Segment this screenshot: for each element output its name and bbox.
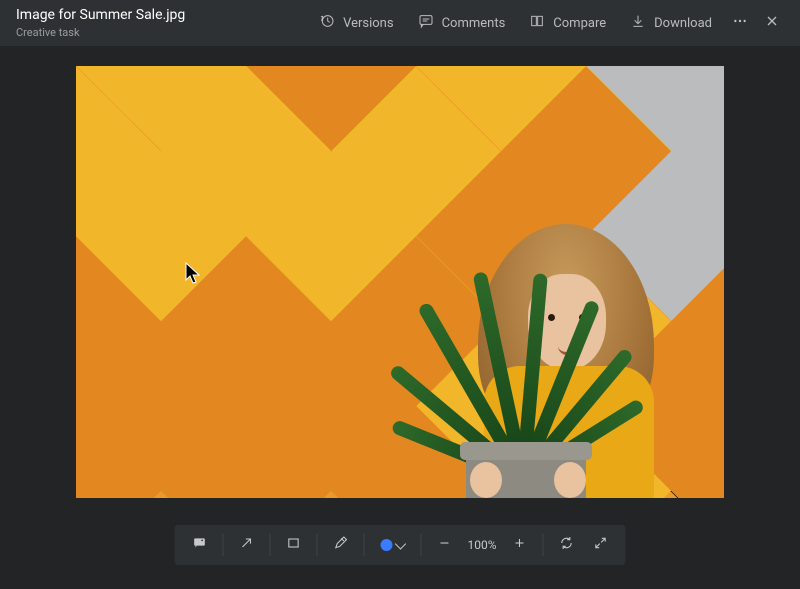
pencil-tool-button[interactable] <box>323 529 357 561</box>
plus-icon <box>512 535 528 555</box>
zoom-out-button[interactable] <box>427 529 461 561</box>
history-icon <box>319 13 335 33</box>
header-actions: Versions Comments Compare Download <box>309 7 786 39</box>
compare-button[interactable]: Compare <box>519 7 616 39</box>
toolbar-separator <box>420 534 421 556</box>
versions-button[interactable]: Versions <box>309 7 403 39</box>
title-block: Image for Summer Sale.jpg Creative task <box>16 7 309 39</box>
image-preview[interactable] <box>76 66 724 498</box>
minus-icon <box>436 535 452 555</box>
compare-icon <box>529 13 545 33</box>
download-button[interactable]: Download <box>620 7 722 39</box>
close-button[interactable] <box>758 7 786 39</box>
comments-label: Comments <box>442 16 506 31</box>
pencil-icon <box>332 535 348 555</box>
toolbar-separator <box>269 534 270 556</box>
zoom-level: 100% <box>461 538 502 552</box>
versions-label: Versions <box>343 16 393 31</box>
compare-label: Compare <box>553 16 606 31</box>
color-swatch <box>380 539 392 551</box>
header-bar: Image for Summer Sale.jpg Creative task … <box>0 0 800 46</box>
zoom-in-button[interactable] <box>503 529 537 561</box>
comment-tool-button[interactable] <box>182 529 216 561</box>
more-button[interactable] <box>726 7 754 39</box>
viewer-area: 100% <box>0 46 800 589</box>
close-icon <box>764 13 780 33</box>
expand-icon <box>593 535 609 555</box>
mouse-cursor <box>185 262 201 286</box>
zoom-group: 100% <box>427 529 536 561</box>
arrow-icon <box>238 535 254 555</box>
toolbar-separator <box>316 534 317 556</box>
toolbar-separator <box>363 534 364 556</box>
annotation-toolbar: 100% <box>174 525 625 565</box>
color-picker-button[interactable] <box>370 529 414 561</box>
comments-button[interactable]: Comments <box>408 7 516 39</box>
comment-icon <box>418 13 434 33</box>
refresh-icon <box>559 535 575 555</box>
file-subtitle: Creative task <box>16 26 309 39</box>
download-icon <box>630 13 646 33</box>
fullscreen-button[interactable] <box>584 529 618 561</box>
reset-view-button[interactable] <box>550 529 584 561</box>
toolbar-separator <box>543 534 544 556</box>
download-label: Download <box>654 16 712 31</box>
toolbar-separator <box>222 534 223 556</box>
file-name: Image for Summer Sale.jpg <box>16 7 309 24</box>
chevron-down-icon <box>395 538 406 549</box>
rectangle-tool-button[interactable] <box>276 529 310 561</box>
subject-person <box>406 216 666 498</box>
arrow-tool-button[interactable] <box>229 529 263 561</box>
comment-tool-icon <box>191 535 207 555</box>
more-icon <box>732 13 748 33</box>
rectangle-icon <box>285 535 301 555</box>
